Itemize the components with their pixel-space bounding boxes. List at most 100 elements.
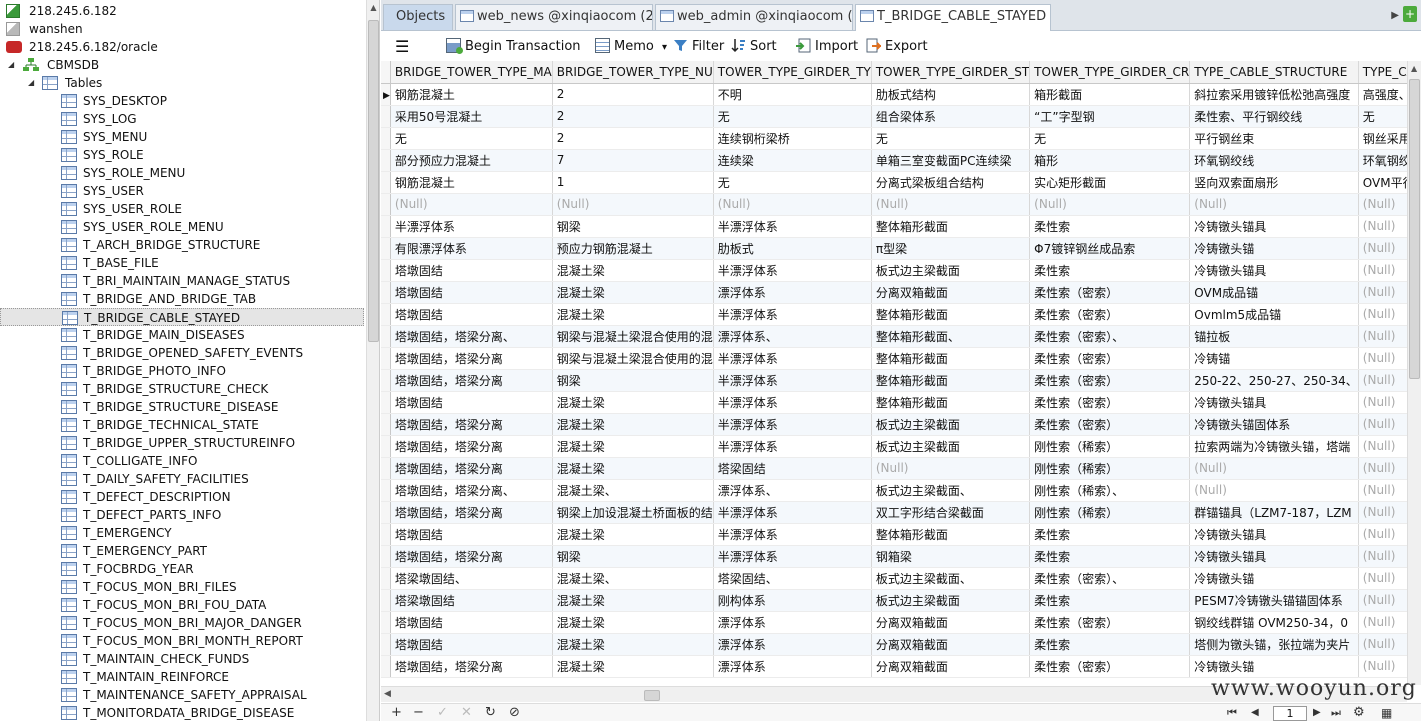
add-record-button[interactable]: + [391, 705, 402, 721]
grid-cell[interactable]: 平行钢丝束 [1189, 127, 1359, 150]
table-row[interactable]: ▶钢筋混凝土2不明肋板式结构箱形截面斜拉索采用镀锌低松弛高强度高强度、低松弛镀锌 [381, 83, 1421, 106]
grid-cell[interactable]: 塔墩固结 [390, 303, 553, 326]
grid-cell[interactable]: 分离双箱截面 [871, 655, 1031, 678]
grid-cell[interactable]: 漂浮体系 [713, 611, 872, 634]
grid-cell[interactable]: 混凝土梁 [552, 259, 714, 282]
row-indicator[interactable] [381, 193, 391, 216]
grid-cell[interactable]: 柔性索（密索）、 [1029, 567, 1191, 590]
sort-button[interactable]: Sort [731, 37, 777, 57]
grid-cell[interactable]: 冷铸镦头锚 [1189, 237, 1359, 260]
table-row[interactable]: 塔墩固结 混凝土梁 半漂浮体系 整体箱形截面 柔性索（密索） 冷铸镦头锚具 (Null) [381, 391, 1421, 414]
grid-cell[interactable]: 漂浮体系 [713, 655, 872, 678]
grid-cell[interactable]: 塔梁固结 [713, 457, 872, 480]
grid-cell[interactable]: 冷铸镦头锚具 [1189, 259, 1359, 282]
grid-cell[interactable]: (Null) [1189, 193, 1359, 216]
begin-transaction-button[interactable]: Begin Transaction [446, 37, 581, 57]
grid-cell[interactable]: 柔性索 [1029, 545, 1191, 568]
table-row[interactable]: 有限漂浮体系 预应力钢筋混凝土 肋板式 π型梁 Φ7镀锌钢丝成品索 冷铸镦头锚 (Null) [381, 237, 1421, 260]
import-button[interactable]: Import [796, 37, 858, 57]
column-header[interactable]: TOWER_TYPE_GIRDER_ST [871, 61, 1031, 84]
row-indicator[interactable] [381, 479, 391, 502]
grid-cell[interactable]: Ovmlm5成品锚 [1189, 303, 1359, 326]
grid-cell[interactable]: (Null) [713, 193, 872, 216]
table-row[interactable]: 塔墩固结，塔梁分离 钢梁 半漂浮体系 钢箱梁 柔性索 冷铸镦头锚具 (Null) [381, 545, 1421, 568]
grid-cell[interactable]: 整体箱形截面 [871, 347, 1031, 370]
row-indicator[interactable] [381, 611, 391, 634]
column-header[interactable]: BRIDGE_TOWER_TYPE_MA [390, 61, 553, 84]
table-node[interactable]: SYS_MENU [0, 128, 364, 146]
grid-cell[interactable]: π型梁 [871, 237, 1031, 260]
filter-button[interactable]: Filter [673, 37, 724, 57]
grid-cell[interactable]: 钢梁 [552, 545, 714, 568]
grid-cell[interactable]: 半漂浮体系 [713, 391, 872, 414]
prev-page-button[interactable]: ◀ [1251, 705, 1259, 721]
column-header[interactable]: TOWER_TYPE_GIRDER_TY [713, 61, 872, 84]
grid-cell[interactable]: 无 [713, 105, 872, 128]
grid-cell[interactable]: 分离双箱截面 [871, 281, 1031, 304]
table-node[interactable]: T_EMERGENCY_PART [0, 542, 364, 560]
grid-cell[interactable]: 柔性索（密索） [1029, 655, 1191, 678]
table-node[interactable]: T_ARCH_BRIDGE_STRUCTURE [0, 236, 364, 254]
grid-cell[interactable]: 板式边主梁截面、 [871, 567, 1031, 590]
grid-cell[interactable]: 柔性索 [1029, 589, 1191, 612]
grid-cell[interactable]: (Null) [1189, 479, 1359, 502]
table-row[interactable]: (Null) (Null) (Null) (Null) (Null) (Null) (Nul… [381, 193, 1421, 216]
row-indicator[interactable] [381, 413, 391, 436]
row-indicator[interactable] [381, 215, 391, 238]
grid-cell[interactable]: 连续梁 [713, 149, 872, 172]
table-node[interactable]: T_FOCUS_MON_BRI_MAJOR_DANGER [0, 614, 364, 632]
grid-cell[interactable]: 塔墩固结，塔梁分离、 [390, 479, 553, 502]
grid-cell[interactable]: 漂浮体系、 [713, 325, 872, 348]
grid-cell[interactable]: 塔侧为镦头锚，张拉端为夹片 [1189, 633, 1359, 656]
grid-cell[interactable]: 柔性索、平行钢绞线 [1189, 105, 1359, 128]
table-row[interactable]: 塔墩固结，塔梁分离 混凝土梁 半漂浮体系 板式边主梁截面 柔性索（密索） 冷铸镦头锚固体系… [381, 413, 1421, 436]
grid-cell[interactable]: 漂浮体系 [713, 633, 872, 656]
grid-cell[interactable]: 板式边主梁截面 [871, 413, 1031, 436]
row-indicator[interactable] [381, 347, 391, 370]
table-node[interactable]: T_FOCUS_MON_BRI_FOU_DATA [0, 596, 364, 614]
scroll-up-icon[interactable]: ▲ [1411, 64, 1417, 73]
row-indicator[interactable] [381, 171, 391, 194]
grid-cell[interactable]: 塔墩固结，塔梁分离 [390, 435, 553, 458]
chevron-down-icon[interactable]: ▾ [662, 42, 667, 53]
table-node[interactable]: T_DAILY_SAFETY_FACILITIES [0, 470, 364, 488]
grid-cell[interactable]: 塔墩固结 [390, 611, 553, 634]
next-page-button[interactable]: ▶ [1313, 705, 1321, 721]
table-row[interactable]: 塔梁墩固结 混凝土梁 刚构体系 板式边主梁截面 柔性索 PESM7冷铸镦头锚锚固体系 (Nu… [381, 589, 1421, 612]
grid-cell[interactable]: 半漂浮体系 [713, 259, 872, 282]
grid-cell[interactable]: 钢梁 [552, 215, 714, 238]
row-indicator[interactable] [381, 567, 391, 590]
grid-cell[interactable]: 分离式梁板组合结构 [871, 171, 1031, 194]
table-node[interactable]: T_BRIDGE_STRUCTURE_DISEASE [0, 398, 364, 416]
grid-cell[interactable]: 半漂浮体系 [713, 413, 872, 436]
grid-cell[interactable]: 混凝土梁、 [552, 567, 714, 590]
table-node[interactable]: T_BRIDGE_STRUCTURE_CHECK [0, 380, 364, 398]
grid-cell[interactable]: 肋板式 [713, 237, 872, 260]
scroll-thumb[interactable] [644, 690, 660, 701]
grid-cell[interactable]: 柔性索（密索） [1029, 369, 1191, 392]
grid-cell[interactable]: 整体箱形截面 [871, 369, 1031, 392]
grid-cell[interactable]: 拉索两端为冷铸镦头锚，塔端 [1189, 435, 1359, 458]
row-indicator[interactable] [381, 281, 391, 304]
grid-cell[interactable]: 单箱三室变截面PC连续梁 [871, 149, 1031, 172]
table-node[interactable]: T_FOCBRDG_YEAR [0, 560, 364, 578]
table-node[interactable]: T_DEFECT_PARTS_INFO [0, 506, 364, 524]
grid-cell[interactable]: 混凝土梁 [552, 303, 714, 326]
column-header[interactable]: TYPE_CABLE_STRUCTURE [1189, 61, 1359, 84]
grid-cell[interactable]: 冷铸镦头锚固体系 [1189, 413, 1359, 436]
row-indicator[interactable] [381, 303, 391, 326]
grid-cell[interactable]: 塔墩固结 [390, 259, 553, 282]
table-node[interactable]: T_FOCUS_MON_BRI_FILES [0, 578, 364, 596]
grid-cell[interactable]: 钢梁与混凝土梁混合使用的混 [552, 347, 714, 370]
grid-cell[interactable]: 钢绞线群锚 OVM250-34，0 [1189, 611, 1359, 634]
grid-cell[interactable]: 刚性索（稀索） [1029, 501, 1191, 524]
apply-changes-button[interactable]: ✓ [437, 705, 448, 721]
grid-cell[interactable]: 柔性索（密索） [1029, 611, 1191, 634]
table-row[interactable]: 塔墩固结 混凝土梁 半漂浮体系 整体箱形截面 柔性索 冷铸镦头锚具 (Null) [381, 523, 1421, 546]
grid-cell[interactable]: 塔梁墩固结 [390, 589, 553, 612]
grid-cell[interactable]: 塔墩固结 [390, 281, 553, 304]
new-tab-icon[interactable]: + [1403, 6, 1417, 22]
grid-cell[interactable]: 实心矩形截面 [1029, 171, 1191, 194]
grid-cell[interactable]: (Null) [871, 457, 1031, 480]
grid-cell[interactable]: 2 [552, 83, 714, 106]
